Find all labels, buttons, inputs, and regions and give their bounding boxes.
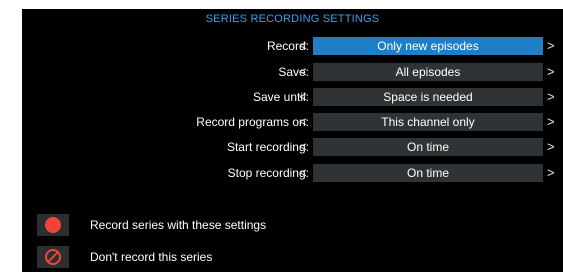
record-dot-icon	[45, 217, 61, 233]
dont-record-series-label: Don't record this series	[90, 250, 213, 264]
setting-row-start-recording[interactable]: Start recording: < On time >	[22, 138, 563, 156]
setting-label-start-recording: Start recording:	[226, 140, 309, 154]
chevron-right-icon[interactable]: >	[547, 113, 555, 131]
series-recording-dialog: SERIES RECORDING SETTINGS Record: < Only…	[22, 9, 563, 272]
chevron-left-icon[interactable]: <	[299, 88, 307, 106]
setting-value-record[interactable]: Only new episodes	[313, 37, 543, 55]
prohibited-icon	[45, 249, 61, 265]
chevron-left-icon[interactable]: <	[299, 113, 307, 131]
chevron-right-icon[interactable]: >	[547, 37, 555, 55]
chevron-right-icon[interactable]: >	[547, 88, 555, 106]
record-button-icon-box[interactable]	[37, 214, 69, 236]
dont-record-icon-box[interactable]	[37, 246, 69, 268]
setting-row-save-until[interactable]: Save until: < Space is needed >	[22, 88, 563, 106]
setting-row-save[interactable]: Save: < All episodes >	[22, 63, 563, 81]
setting-value-stop-recording[interactable]: On time	[313, 164, 543, 182]
record-series-label: Record series with these settings	[90, 218, 267, 232]
setting-row-record-programs-on[interactable]: Record programs on: < This channel only …	[22, 113, 563, 131]
setting-row-stop-recording[interactable]: Stop recording: < On time >	[22, 164, 563, 182]
chevron-right-icon[interactable]: >	[547, 138, 555, 156]
setting-value-start-recording[interactable]: On time	[313, 138, 543, 156]
record-series-button[interactable]: Record series with these settings	[37, 214, 537, 236]
chevron-left-icon[interactable]: <	[299, 37, 307, 55]
setting-value-save[interactable]: All episodes	[313, 63, 543, 81]
dont-record-series-button[interactable]: Don't record this series	[37, 246, 537, 268]
setting-label-stop-recording: Stop recording:	[227, 166, 309, 180]
setting-value-record-programs-on[interactable]: This channel only	[313, 113, 543, 131]
chevron-left-icon[interactable]: <	[299, 138, 307, 156]
chevron-right-icon[interactable]: >	[547, 63, 555, 81]
setting-label-record-programs-on: Record programs on:	[196, 115, 309, 129]
chevron-left-icon[interactable]: <	[299, 164, 307, 182]
setting-value-save-until[interactable]: Space is needed	[313, 88, 543, 106]
chevron-left-icon[interactable]: <	[299, 63, 307, 81]
setting-row-record[interactable]: Record: < Only new episodes >	[22, 37, 563, 55]
dialog-title: SERIES RECORDING SETTINGS	[205, 13, 380, 25]
chevron-right-icon[interactable]: >	[547, 164, 555, 182]
